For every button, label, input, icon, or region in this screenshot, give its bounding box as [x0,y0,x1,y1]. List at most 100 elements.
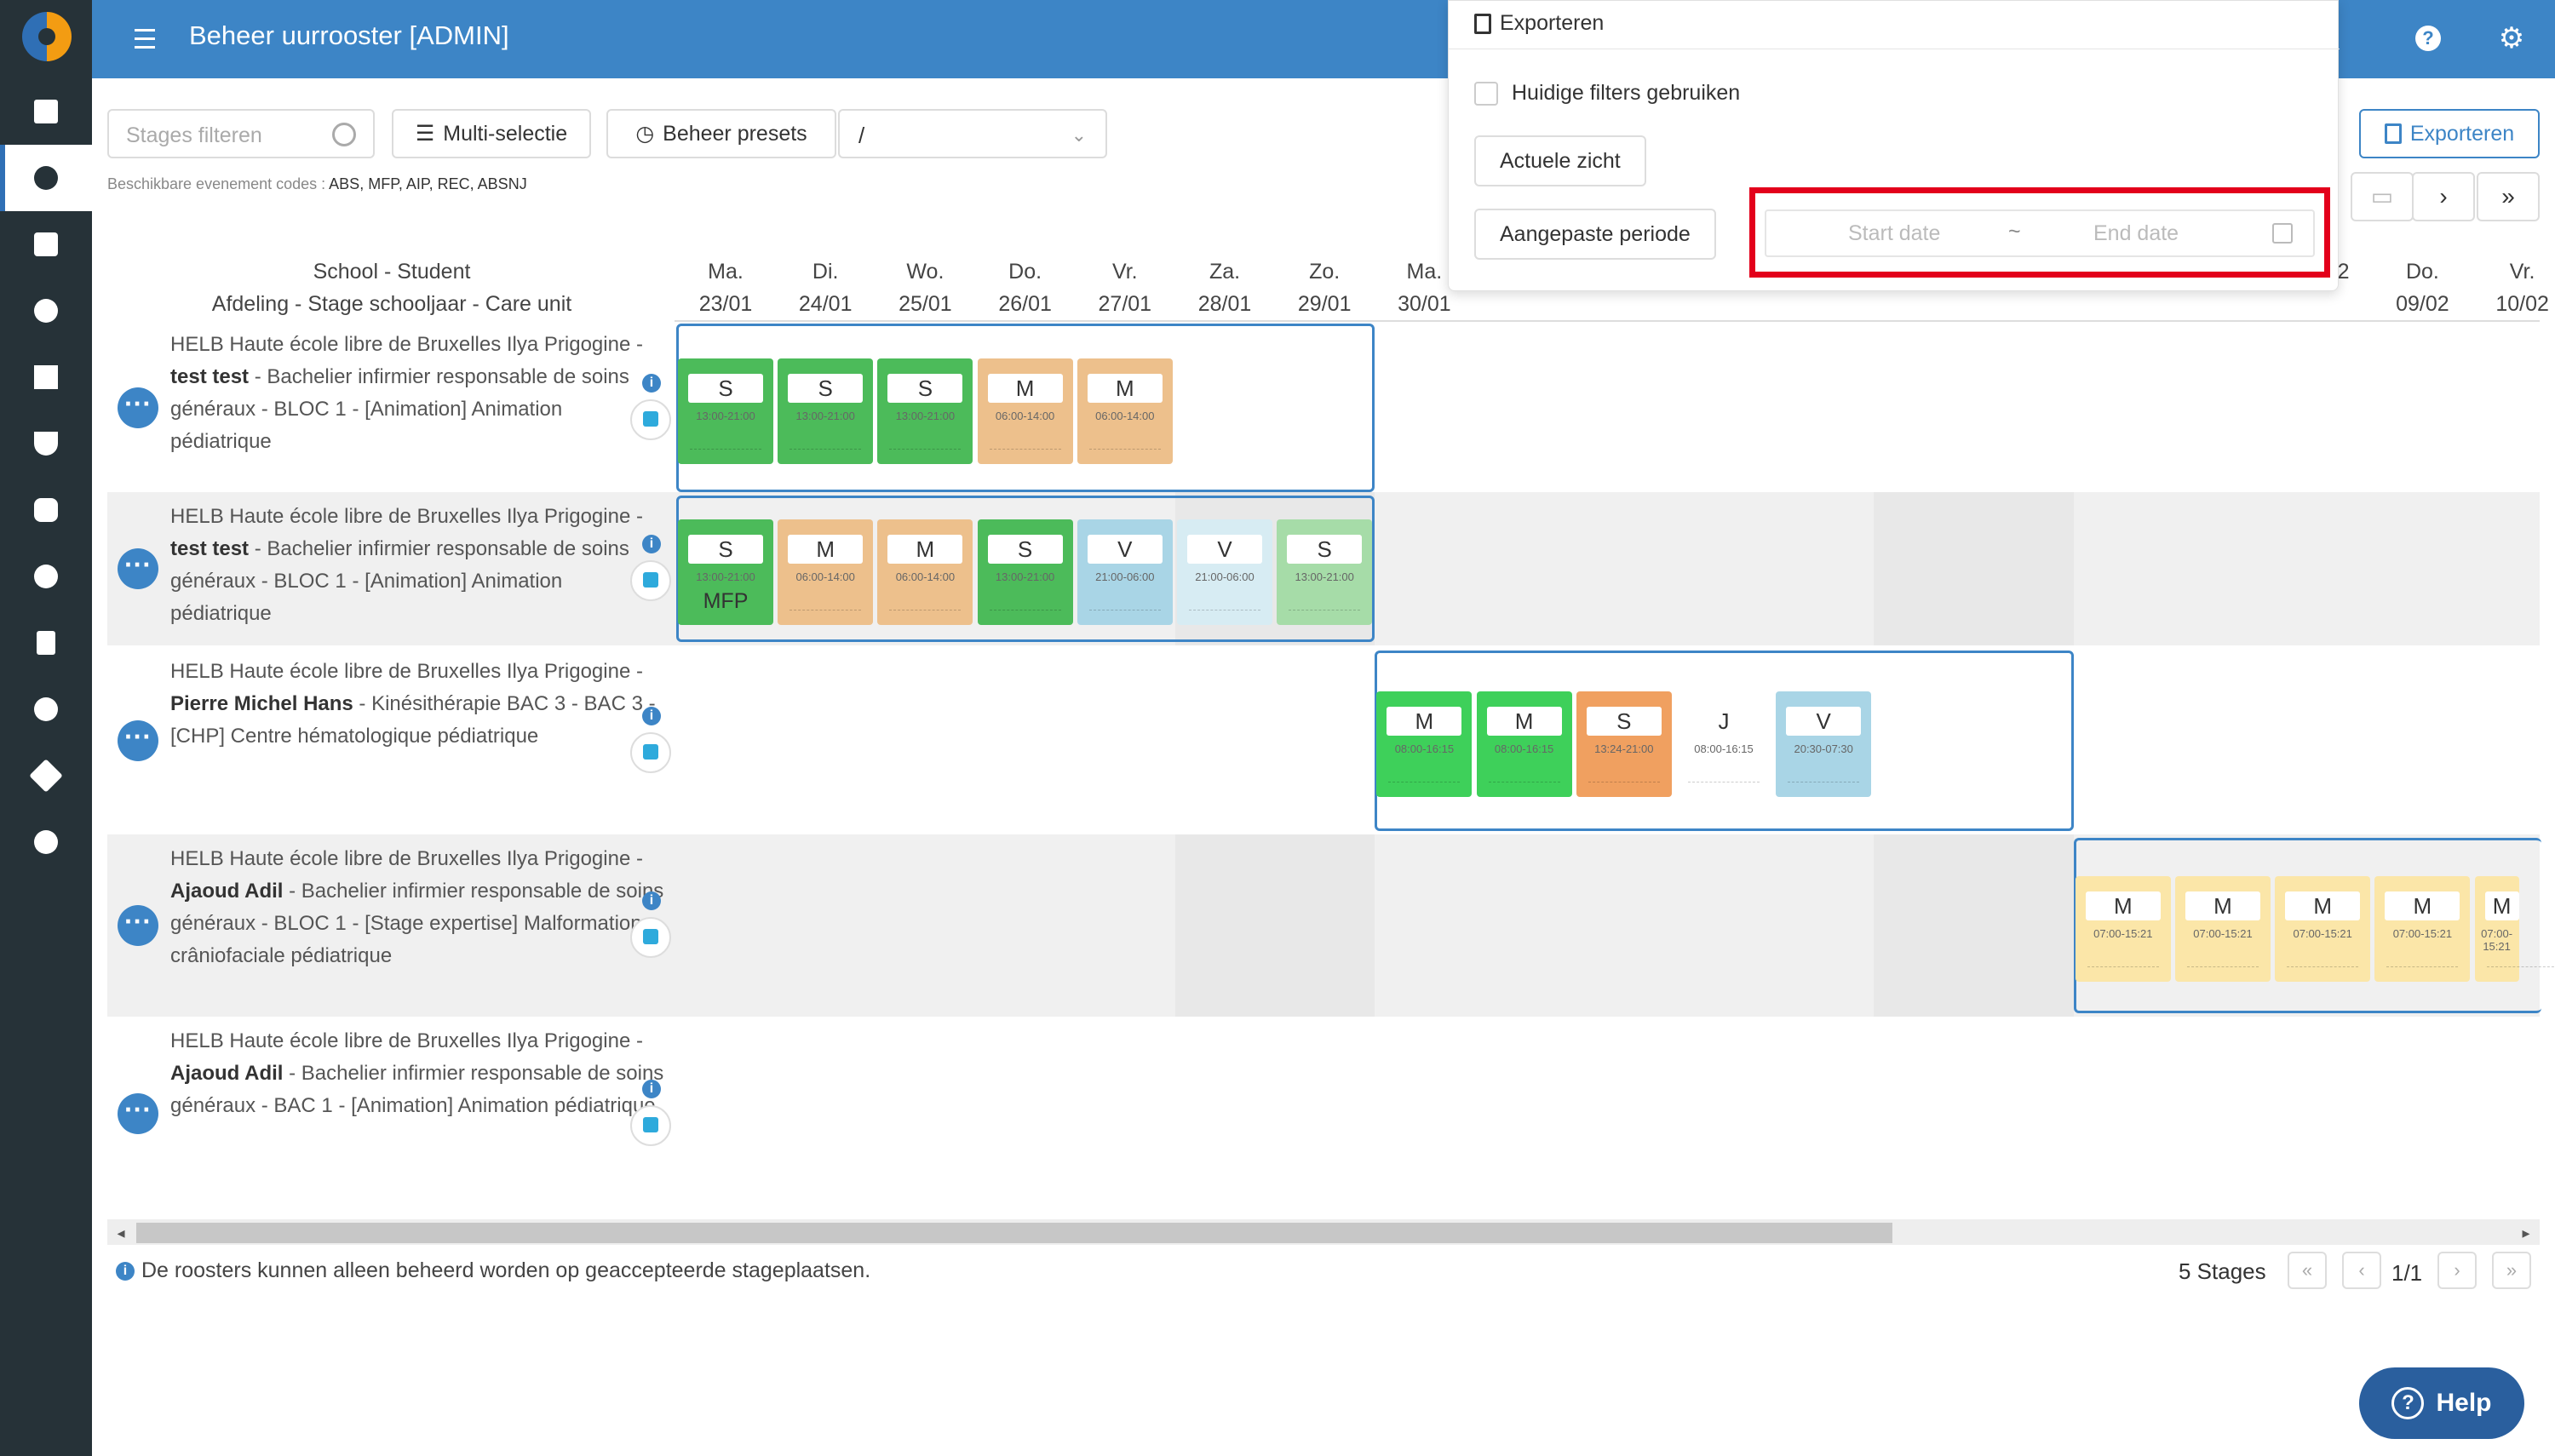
export-button[interactable]: Exporteren [2359,109,2540,158]
multi-select-button[interactable]: ☰ Multi-selectie [392,109,591,158]
event-code-badge: MFP [703,589,749,613]
file-export-icon [1474,13,1491,34]
shift-cell[interactable]: V 21:00-06:00 [1077,519,1173,625]
shift-cell[interactable]: M 07:00-15:21 [2075,876,2171,982]
help-button[interactable]: ? Help [2359,1367,2524,1439]
shift-cell[interactable]: S 13:00-21:00 MFP [678,519,773,625]
info-icon[interactable]: i [642,707,661,725]
shift-cell[interactable]: M 06:00-14:00 [1077,358,1173,464]
sidebar-item-feedback[interactable] [0,278,92,344]
preset-select[interactable]: / ⌄ [838,109,1107,158]
shift-time: 08:00-16:15 [1494,742,1554,755]
export-panel-title-text: Exporteren [1500,11,1605,35]
shift-cell[interactable]: S 13:24-21:00 [1576,691,1672,797]
current-view-button[interactable]: Actuele zicht [1474,135,1646,186]
shift-code: M [788,535,864,564]
shift-cell[interactable]: M 06:00-14:00 [778,519,874,625]
shift-cell[interactable]: M 07:00-15:21 [2374,876,2471,982]
stages-count: 5 Stages [2179,1258,2266,1284]
shift-cell[interactable]: M 06:00-14:00 [977,358,1073,464]
next-period-button[interactable]: › [2412,172,2475,221]
next-page-button[interactable]: › [2437,1252,2477,1289]
hamburger-menu-button[interactable] [129,24,162,54]
sidebar-item-students[interactable] [0,211,92,278]
calendar-check-icon[interactable] [630,560,671,601]
help-icon[interactable]: ? [2415,26,2441,51]
shift-cell[interactable]: V 21:00-06:00 [1177,519,1272,625]
info-icon[interactable]: i [642,1080,661,1098]
row-actions-button[interactable]: ··· [118,548,158,589]
row-actions-button[interactable]: ··· [118,720,158,761]
logo[interactable] [22,12,72,61]
event-code: ABSNJ [477,175,527,192]
use-current-filters-checkbox[interactable] [1474,81,1498,106]
tags-icon [29,759,63,793]
shift-code: M [1087,374,1163,403]
info-icon[interactable]: i [642,374,661,393]
sidebar [0,0,92,1456]
shift-cell[interactable]: S 13:00-21:00 [977,519,1073,625]
file-export-icon [2384,123,2402,144]
student-name: Pierre Michel Hans [170,692,353,715]
last-page-button[interactable]: » [2492,1252,2531,1289]
row-actions-button[interactable]: ··· [118,905,158,946]
calendar-check-icon[interactable] [630,732,671,773]
calendar-check-icon[interactable] [630,399,671,440]
shift-cell[interactable]: S 13:00-21:00 [678,358,773,464]
use-current-filters-option[interactable]: Huidige filters gebruiken [1474,81,1740,106]
horizontal-scrollbar[interactable]: ◂ ▸ [107,1219,2540,1245]
row-actions-button[interactable]: ··· [118,1093,158,1134]
shift-cell[interactable]: V 20:30-07:30 [1776,691,1872,797]
sidebar-item-institutions[interactable] [0,344,92,410]
sidebar-item-calendar[interactable] [0,78,92,145]
shift-cell[interactable]: M 08:00-16:15 [1476,691,1572,797]
shift-cell[interactable]: J 08:00-16:15 [1676,691,1771,797]
help-button-label: Help [2436,1389,2492,1417]
previous-page-button[interactable]: ‹ [2342,1252,2381,1289]
shift-cell[interactable]: S 13:00-21:00 [1277,519,1373,625]
event-codes-label: Beschikbare evenement codes : [107,175,326,192]
custom-period-button[interactable]: Aangepaste periode [1474,209,1716,260]
calendar-check-icon[interactable] [630,917,671,958]
calendar-check-icon[interactable] [630,1105,671,1146]
date-picker-button[interactable]: ▭ [2351,172,2414,221]
scroll-right-icon[interactable]: ▸ [2518,1223,2535,1243]
sidebar-item-schedule[interactable] [0,145,92,211]
sidebar-item-users[interactable] [0,477,92,543]
manage-presets-button[interactable]: ◷ Beheer presets [606,109,836,158]
scroll-left-icon[interactable]: ◂ [112,1223,129,1243]
day-column-header: Vr. 10/02 [2473,255,2555,320]
weekend-column [1275,834,1375,1017]
shift-cell[interactable]: M 07:00-15:21 [2474,876,2555,982]
sidebar-item-care-units[interactable] [0,410,92,477]
sidebar-item-info[interactable] [0,809,92,875]
shift-cell[interactable]: S 13:00-21:00 [877,358,973,464]
shift-cell[interactable]: M 07:00-15:21 [2275,876,2371,982]
weekday-label: Za. [1209,260,1241,284]
school-text: HELB Haute école libre de Bruxelles Ilya… [170,505,643,528]
weekend-column [1874,834,1974,1017]
shift-time: 20:30-07:30 [1794,742,1853,755]
stage-filter-input[interactable]: Stages filteren [107,109,375,158]
day-column-header: Za. 28/01 [1175,255,1274,320]
shift-cell[interactable]: M 07:00-15:21 [2175,876,2271,982]
sidebar-item-settings[interactable] [0,676,92,742]
row-actions-button[interactable]: ··· [118,387,158,428]
weekday-label: Do. [2405,260,2439,284]
shift-cell[interactable]: M 08:00-16:15 [1376,691,1473,797]
sidebar-item-statistics[interactable] [0,543,92,610]
scrollbar-thumb[interactable] [136,1223,1892,1243]
weekday-label: Vr. [2509,260,2535,284]
shift-cell[interactable]: S 13:00-21:00 [778,358,874,464]
fast-forward-button[interactable]: » [2477,172,2540,221]
gear-icon[interactable]: ⚙ [2495,22,2528,54]
info-icon[interactable]: i [642,535,661,553]
info-icon[interactable]: i [642,891,661,910]
sidebar-item-tags[interactable] [0,742,92,809]
first-page-button[interactable]: « [2288,1252,2327,1289]
shift-code: M [1486,707,1562,736]
shift-cell[interactable]: M 06:00-14:00 [877,519,973,625]
sidebar-item-contacts[interactable] [0,610,92,676]
day-column-header: Zo. 29/01 [1275,255,1374,320]
shift-code: S [788,374,864,403]
